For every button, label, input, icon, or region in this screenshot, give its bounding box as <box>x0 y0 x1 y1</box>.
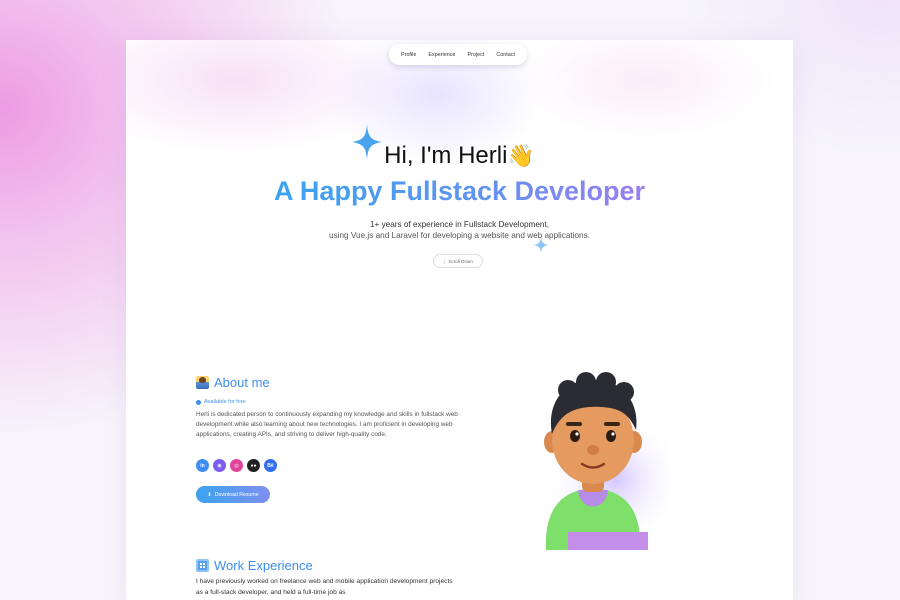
behance-icon[interactable]: Bē <box>264 459 277 472</box>
hero-subtitle-line2: using Vue.js and Laravel for developing … <box>329 231 590 240</box>
scroll-down-button[interactable]: ↓ Scroll Down <box>433 254 483 268</box>
hero-greeting-text: Hi, I'm Herli <box>384 142 508 169</box>
github-icon[interactable]: ◉ <box>213 459 226 472</box>
hero-title-text: A Happy Fullstack Developer <box>273 176 646 206</box>
nav-item-profile[interactable]: Profile <box>401 52 416 58</box>
availability-label: Available for hire <box>204 399 246 405</box>
instagram-icon[interactable]: ◎ <box>230 459 243 472</box>
top-nav: Profile Experience Project Contact <box>389 44 527 65</box>
nav-item-experience[interactable]: Experience <box>428 52 455 58</box>
avatar <box>538 372 668 550</box>
download-resume-label: Download Resume <box>214 491 259 498</box>
status-dot-icon <box>196 399 201 405</box>
nav-item-project[interactable]: Project <box>468 52 485 58</box>
header-glow <box>126 40 793 600</box>
linkedin-icon[interactable]: in <box>196 459 209 472</box>
building-icon <box>196 559 209 572</box>
about-heading: About me <box>196 375 270 390</box>
portfolio-page: Profile Experience Project Contact Hi, I… <box>126 40 793 600</box>
waving-hand-icon: 👋 <box>507 143 535 168</box>
arrow-down-icon: ↓ <box>443 258 446 264</box>
availability-status: Available for hire <box>196 399 246 405</box>
download-icon: ⬇ <box>207 491 212 498</box>
hero-title: A Happy Fullstack Developer <box>126 176 793 207</box>
person-computer-icon <box>196 376 209 389</box>
hero-subtitle-line1: 1+ years of experience in Fullstack Deve… <box>369 220 550 229</box>
scroll-down-label: Scroll Down <box>448 258 473 264</box>
social-links: in ◉ ◎ ●● Bē <box>196 459 277 472</box>
about-title: About me <box>214 375 270 390</box>
download-resume-button[interactable]: ⬇ Download Resume <box>196 486 270 503</box>
nav-item-contact[interactable]: Contact <box>496 52 515 58</box>
work-description: I have previously worked on freelance we… <box>196 578 453 596</box>
medium-icon[interactable]: ●● <box>247 459 260 472</box>
hero-greeting: Hi, I'm Herli👋 <box>126 142 793 170</box>
work-title: Work Experience <box>214 558 313 573</box>
work-heading: Work Experience <box>196 558 313 573</box>
about-description: Herli is dedicated person to continuousl… <box>196 411 458 438</box>
